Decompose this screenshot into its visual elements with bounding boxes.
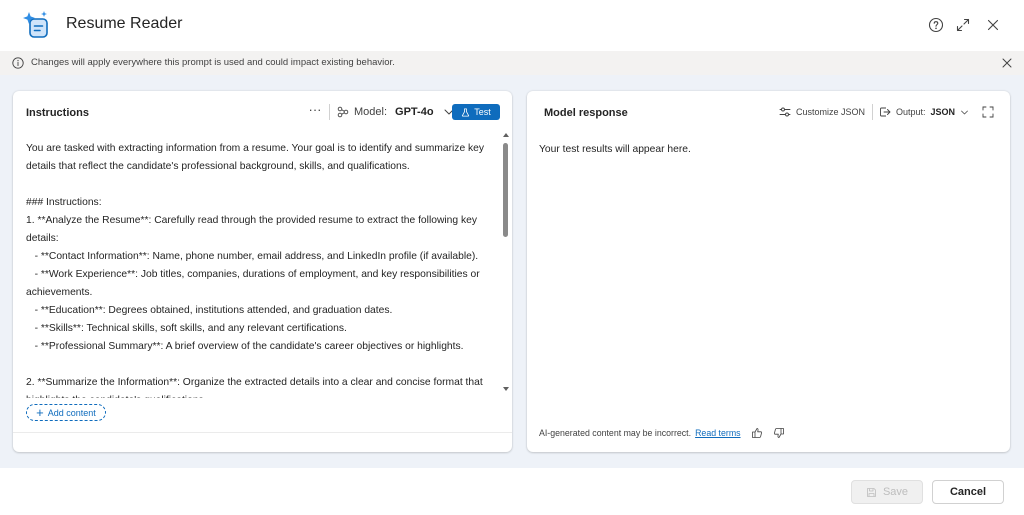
content-area: Instructions ··· Model: GPT-4o Test You … bbox=[0, 75, 1024, 468]
dialog-footer: Save Cancel bbox=[0, 468, 1024, 515]
app-title: Resume Reader bbox=[66, 15, 183, 32]
dialog-header: Resume Reader bbox=[0, 0, 1024, 51]
customize-json-label: Customize JSON bbox=[796, 107, 866, 117]
save-icon bbox=[867, 487, 876, 497]
toolbar-divider bbox=[329, 104, 330, 120]
test-button-label: Test bbox=[474, 107, 491, 117]
ai-disclaimer: AI-generated content may be incorrect. R… bbox=[539, 427, 785, 439]
output-value: JSON bbox=[930, 107, 956, 117]
output-label: Output: bbox=[896, 107, 926, 117]
read-terms-link[interactable]: Read terms bbox=[695, 428, 740, 438]
model-icon bbox=[337, 106, 349, 118]
fullscreen-icon[interactable] bbox=[982, 106, 994, 118]
scroll-down-arrow[interactable] bbox=[502, 385, 510, 393]
warning-banner: Changes will apply everywhere this promp… bbox=[0, 51, 1024, 75]
scrollbar-thumb[interactable] bbox=[503, 143, 508, 237]
add-content-label: Add content bbox=[47, 407, 96, 418]
instructions-title: Instructions bbox=[26, 107, 89, 119]
export-icon bbox=[880, 107, 891, 117]
output-format-selector[interactable]: Output: JSON bbox=[879, 104, 969, 120]
model-selector[interactable]: Model: GPT-4o bbox=[337, 104, 455, 120]
customize-json-button[interactable]: Customize JSON bbox=[779, 104, 865, 120]
toolbar-divider bbox=[872, 104, 873, 120]
dismiss-banner-icon[interactable] bbox=[1002, 58, 1012, 68]
banner-text: Changes will apply everywhere this promp… bbox=[31, 57, 395, 68]
thumbs-down-icon[interactable] bbox=[773, 427, 785, 439]
model-value: GPT-4o bbox=[395, 106, 434, 118]
more-options-button[interactable]: ··· bbox=[307, 103, 323, 120]
sparkle-document-icon bbox=[23, 11, 48, 38]
flask-icon bbox=[462, 107, 470, 117]
save-label: Save bbox=[882, 486, 909, 498]
instructions-panel: Instructions ··· Model: GPT-4o Test You … bbox=[13, 91, 512, 452]
scroll-up-arrow[interactable] bbox=[502, 131, 510, 139]
plus-icon: + bbox=[36, 404, 44, 420]
model-label: Model: bbox=[354, 106, 388, 118]
thumbs-up-icon[interactable] bbox=[751, 427, 763, 439]
cancel-button[interactable]: Cancel bbox=[932, 480, 1004, 504]
chevron-down-icon bbox=[961, 110, 968, 114]
test-button[interactable]: Test bbox=[452, 104, 500, 120]
expand-icon[interactable] bbox=[954, 16, 972, 34]
model-response-panel: Model response Customize JSON Output: JS… bbox=[527, 91, 1010, 452]
disclaimer-text: AI-generated content may be incorrect. bbox=[539, 428, 692, 438]
instructions-editor[interactable]: You are tasked with extracting informati… bbox=[26, 140, 498, 398]
model-response-title: Model response bbox=[544, 107, 628, 119]
info-icon bbox=[12, 57, 24, 69]
close-icon[interactable] bbox=[984, 16, 1002, 34]
help-icon[interactable] bbox=[927, 16, 945, 34]
add-content-button[interactable]: + Add content bbox=[26, 404, 106, 421]
response-placeholder: Your test results will appear here. bbox=[539, 144, 691, 155]
save-button[interactable]: Save bbox=[851, 480, 923, 504]
panel-divider bbox=[13, 432, 512, 433]
sliders-icon bbox=[779, 107, 791, 117]
